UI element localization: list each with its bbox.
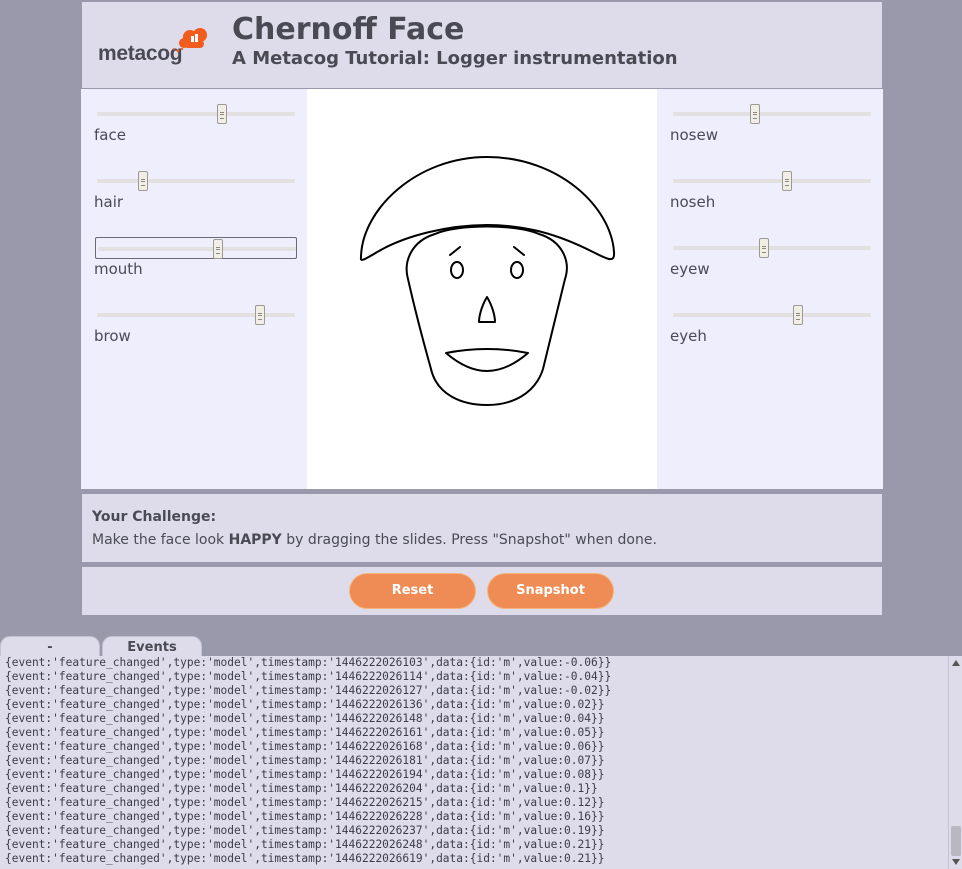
face-canvas bbox=[307, 89, 657, 489]
challenge-emphasis: HAPPY bbox=[228, 532, 282, 548]
log-line: {event:'feature_changed',type:'model',ti… bbox=[5, 712, 605, 725]
slider-thumb[interactable] bbox=[217, 104, 228, 124]
log-line: {event:'feature_changed',type:'model',ti… bbox=[5, 782, 598, 795]
app-header: metacog Chernoff Face A Metacog Tutorial… bbox=[82, 2, 882, 88]
event-log-lines: {event:'feature_changed',type:'model',ti… bbox=[5, 656, 611, 866]
mouth-slider-label: mouth bbox=[94, 260, 143, 278]
slider-track bbox=[97, 313, 295, 317]
eyeh-slider-label: eyeh bbox=[670, 327, 707, 345]
challenge-text-start: Make the face look bbox=[92, 532, 229, 548]
log-line: {event:'feature_changed',type:'model',ti… bbox=[5, 810, 605, 823]
slider-track bbox=[673, 313, 871, 317]
page-subtitle: A Metacog Tutorial: Logger instrumentati… bbox=[232, 48, 678, 69]
log-line: {event:'feature_changed',type:'model',ti… bbox=[5, 684, 612, 697]
hair-slider[interactable] bbox=[95, 170, 297, 192]
hair-slider-label: hair bbox=[94, 193, 124, 211]
eyew-slider[interactable] bbox=[671, 237, 873, 259]
face-slider-label: face bbox=[94, 126, 126, 144]
slider-track bbox=[98, 247, 296, 251]
right-eye bbox=[510, 261, 524, 279]
log-line: {event:'feature_changed',type:'model',ti… bbox=[5, 824, 605, 837]
log-line: {event:'feature_changed',type:'model',ti… bbox=[5, 698, 605, 711]
mouth-slider[interactable] bbox=[95, 237, 297, 259]
right-slider-panel: nosew noseh eyew eyeh bbox=[657, 89, 883, 489]
noseh-slider[interactable] bbox=[671, 170, 873, 192]
slider-track bbox=[97, 179, 295, 183]
scroll-thumb[interactable] bbox=[951, 826, 961, 856]
slider-thumb[interactable] bbox=[759, 238, 770, 258]
challenge-title: Your Challenge: bbox=[92, 509, 217, 525]
nose bbox=[478, 296, 496, 323]
left-slider-panel: face hair mouth brow bbox=[81, 89, 307, 489]
slider-track bbox=[673, 112, 871, 116]
eyew-slider-label: eyew bbox=[670, 260, 710, 278]
log-line: {event:'feature_changed',type:'model',ti… bbox=[5, 796, 605, 809]
right-brow bbox=[513, 246, 525, 256]
log-line: {event:'feature_changed',type:'model',ti… bbox=[5, 852, 605, 865]
log-line: {event:'feature_changed',type:'model',ti… bbox=[5, 656, 612, 669]
slider-track bbox=[673, 179, 871, 183]
slider-thumb[interactable] bbox=[793, 305, 804, 325]
slider-thumb[interactable] bbox=[212, 239, 223, 259]
log-line: {event:'feature_changed',type:'model',ti… bbox=[5, 726, 605, 739]
slider-track bbox=[97, 112, 295, 116]
challenge-text: Make the face look HAPPY by dragging the… bbox=[92, 532, 657, 548]
tab-events[interactable]: Events bbox=[102, 636, 202, 658]
slider-thumb[interactable] bbox=[138, 171, 149, 191]
face-outline bbox=[405, 225, 568, 406]
reset-button[interactable]: Reset bbox=[349, 573, 476, 609]
metacog-logo: metacog bbox=[98, 24, 210, 68]
log-line: {event:'feature_changed',type:'model',ti… bbox=[5, 838, 605, 851]
brow-slider-label: brow bbox=[94, 327, 131, 345]
scroll-down-icon[interactable] bbox=[952, 859, 960, 865]
slider-thumb[interactable] bbox=[750, 104, 761, 124]
left-eye bbox=[450, 261, 464, 279]
noseh-slider-label: noseh bbox=[670, 193, 716, 211]
slider-thumb[interactable] bbox=[782, 171, 793, 191]
brow-slider[interactable] bbox=[95, 304, 297, 326]
event-log-scrollbar[interactable] bbox=[948, 656, 962, 869]
cloud-icon bbox=[173, 28, 207, 53]
log-line: {event:'feature_changed',type:'model',ti… bbox=[5, 754, 605, 767]
left-brow bbox=[449, 246, 461, 256]
nosew-slider-label: nosew bbox=[670, 126, 718, 144]
mouth bbox=[445, 348, 529, 372]
log-line: {event:'feature_changed',type:'model',ti… bbox=[5, 670, 612, 683]
challenge-text-end: by dragging the slides. Press "Snapshot"… bbox=[281, 532, 657, 548]
log-line: {event:'feature_changed',type:'model',ti… bbox=[5, 740, 605, 753]
log-line: {event:'feature_changed',type:'model',ti… bbox=[5, 768, 605, 781]
nosew-slider[interactable] bbox=[671, 103, 873, 125]
slider-track bbox=[673, 246, 871, 250]
eyeh-slider[interactable] bbox=[671, 304, 873, 326]
hair-shape bbox=[359, 156, 616, 261]
scroll-up-icon[interactable] bbox=[952, 660, 960, 666]
snapshot-button[interactable]: Snapshot bbox=[487, 573, 614, 609]
action-bar: Reset Snapshot bbox=[82, 567, 882, 615]
slider-thumb[interactable] bbox=[254, 305, 265, 325]
face-slider[interactable] bbox=[95, 103, 297, 125]
challenge-panel: Your Challenge: Make the face look HAPPY… bbox=[82, 494, 882, 562]
page-title: Chernoff Face bbox=[232, 12, 465, 47]
minimize-tab[interactable]: - bbox=[0, 636, 100, 658]
chernoff-face-drawing bbox=[359, 156, 616, 406]
event-log[interactable]: {event:'feature_changed',type:'model',ti… bbox=[0, 656, 962, 869]
